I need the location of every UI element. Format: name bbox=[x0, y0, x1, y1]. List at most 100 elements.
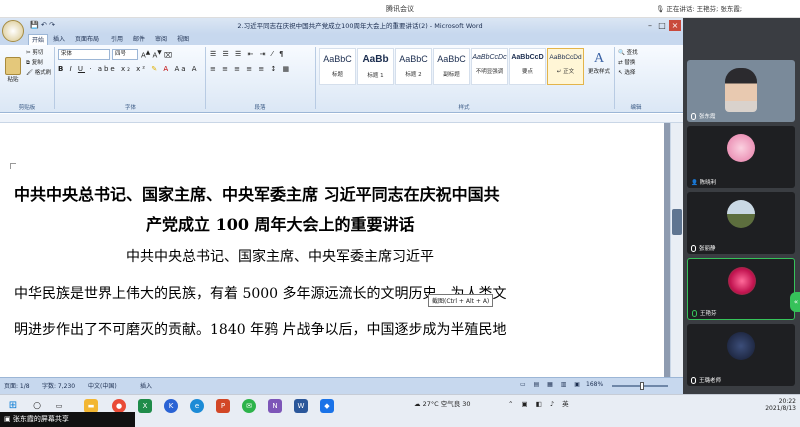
tab-review[interactable]: 审阅 bbox=[152, 34, 170, 45]
zoom-level[interactable]: 168% bbox=[586, 381, 603, 388]
wechat-icon[interactable]: ✉ bbox=[242, 399, 256, 413]
vertical-scrollbar[interactable] bbox=[670, 123, 683, 377]
system-tray[interactable]: ⌃ ▣ ◧ ♪ 英 bbox=[508, 398, 572, 408]
redo-icon[interactable]: ↷ bbox=[49, 21, 55, 29]
tab-references[interactable]: 引用 bbox=[108, 34, 126, 45]
style-heading-1[interactable]: AaBb 标题 1 bbox=[357, 48, 394, 85]
page-count[interactable]: 页面: 1/8 bbox=[4, 381, 30, 390]
tab-mailings[interactable]: 邮件 bbox=[130, 34, 148, 45]
speaking-indicator: 🎙 正在讲话: 王艳芬; 张东霞; bbox=[656, 0, 742, 18]
mic-icon: 🎙 bbox=[656, 5, 665, 13]
participant-avatar bbox=[727, 134, 755, 162]
save-icon[interactable]: 💾 bbox=[30, 21, 39, 29]
expand-panel-button[interactable]: « bbox=[790, 292, 800, 312]
view-buttons[interactable]: ▭ ▤ ▦ ▥ ▣ bbox=[520, 381, 583, 388]
word-icon[interactable]: W bbox=[294, 399, 308, 413]
find-label: 查找 bbox=[626, 50, 638, 56]
paste-button[interactable]: 粘贴 bbox=[3, 57, 23, 87]
participant-tile[interactable]: 👤 陈晓利 bbox=[687, 126, 795, 188]
clock-time: 20:22 bbox=[778, 398, 796, 405]
copy-icon: ⧉ bbox=[26, 60, 30, 66]
minimize-button[interactable]: – bbox=[644, 20, 656, 31]
group-styles: 样式 bbox=[458, 105, 470, 111]
font-size-controls[interactable]: A▲ A▼ ⌧ bbox=[141, 50, 172, 59]
group-paragraph: 段落 bbox=[254, 105, 266, 111]
format-painter-button[interactable]: 🖌 格式刷 bbox=[26, 68, 51, 76]
change-styles-button[interactable]: A 更改样式 bbox=[586, 51, 612, 75]
mic-icon bbox=[692, 310, 697, 317]
style-subtitle[interactable]: AaBbC 副标题 bbox=[433, 48, 470, 85]
onenote-icon[interactable]: N bbox=[268, 399, 282, 413]
browser-icon[interactable]: K bbox=[164, 399, 178, 413]
weather-label: 27°C 空气良 30 bbox=[422, 400, 471, 408]
cut-label: 剪切 bbox=[32, 50, 44, 56]
group-divider bbox=[614, 47, 615, 109]
chrome-icon[interactable]: ● bbox=[112, 399, 126, 413]
undo-icon[interactable]: ↶ bbox=[41, 21, 47, 29]
style-strong[interactable]: AaBbCcD 要点 bbox=[509, 48, 546, 85]
style-title[interactable]: AaBbC 标题 bbox=[319, 48, 356, 85]
participant-tile[interactable]: 王璐老师 bbox=[687, 324, 795, 386]
list-buttons[interactable]: ☰ ☰ ☰ ⇤ ⇥ ⁄ ¶ bbox=[210, 50, 286, 58]
excel-icon[interactable]: X bbox=[138, 399, 152, 413]
format-painter-label: 格式刷 bbox=[34, 70, 52, 76]
task-view-icon[interactable]: ▭ bbox=[52, 399, 66, 413]
participant-tile[interactable]: 张丽静 bbox=[687, 192, 795, 254]
tab-home[interactable]: 开始 bbox=[28, 34, 49, 45]
highlight-icon[interactable]: ✎ bbox=[151, 65, 159, 73]
maximize-button[interactable]: □ bbox=[656, 20, 668, 31]
scrollbar-thumb[interactable] bbox=[672, 209, 682, 235]
word-count[interactable]: 字数: 7,230 bbox=[42, 381, 75, 390]
alignment-buttons[interactable]: ≡ ≡ ≡ ≡ ≡ ↕ ▦ bbox=[210, 65, 291, 73]
screen-share-label: 张东霞的屏幕共享 bbox=[12, 415, 69, 423]
scissors-icon: ✂ bbox=[26, 50, 31, 56]
style-heading-2[interactable]: AaBbC 标题 2 bbox=[395, 48, 432, 85]
select-button[interactable]: ↖ 选择 bbox=[618, 68, 635, 76]
quick-access-toolbar[interactable]: 💾 ↶ ↷ bbox=[30, 21, 55, 29]
insert-mode[interactable]: 插入 bbox=[140, 381, 152, 390]
close-button[interactable]: × bbox=[669, 20, 681, 31]
start-icon[interactable]: ⊞ bbox=[6, 399, 20, 413]
style-normal[interactable]: AaBbCcDd ↵ 正文 bbox=[547, 48, 584, 85]
clock[interactable]: 20:22 2021/8/13 bbox=[765, 398, 796, 412]
tab-view[interactable]: 视图 bbox=[174, 34, 192, 45]
font-format-buttons[interactable]: B I U · abe x₂ x² ✎ A Aa A bbox=[58, 65, 199, 73]
tab-insert[interactable]: 插入 bbox=[50, 34, 68, 45]
font-color-icon[interactable]: A bbox=[163, 65, 170, 73]
participant-label: 👤 陈晓利 bbox=[691, 180, 717, 186]
cut-button[interactable]: ✂ 剪切 bbox=[26, 48, 43, 56]
participant-tile[interactable]: 王艳芬 bbox=[687, 258, 795, 320]
replace-button[interactable]: ⇄ 替换 bbox=[618, 58, 635, 66]
document-paragraph-line2: 明进步作出了不可磨灭的贡献。1840 年鸦 片战争以后，中国逐步成为半殖民地 bbox=[14, 322, 507, 338]
paste-label: 粘贴 bbox=[7, 77, 19, 83]
powerpoint-icon[interactable]: P bbox=[216, 399, 230, 413]
style-subtle-emphasis[interactable]: AaBbCcDc 不明显强调 bbox=[471, 48, 508, 85]
office-button[interactable] bbox=[2, 20, 24, 42]
font-name-field[interactable]: 宋体 bbox=[58, 49, 110, 60]
tencent-meeting-icon[interactable]: ◆ bbox=[320, 399, 334, 413]
document-byline: 中共中央总书记、国家主席、中央军委主席习近平 bbox=[126, 249, 434, 265]
file-explorer-icon[interactable]: ▬ bbox=[84, 399, 98, 413]
search-icon[interactable]: ○ bbox=[30, 399, 44, 413]
horizontal-ruler[interactable] bbox=[0, 114, 683, 123]
language-status[interactable]: 中文(中国) bbox=[88, 381, 117, 390]
participant-tile[interactable]: 张东霞 bbox=[687, 60, 795, 122]
weather-widget[interactable]: ☁ 27°C 空气良 30 bbox=[414, 398, 471, 408]
edge-icon[interactable]: e bbox=[190, 399, 204, 413]
replace-label: 替换 bbox=[624, 60, 636, 66]
document-page[interactable]: 中共中央总书记、国家主席、中央军委主席 习近平同志在庆祝中国共 产党成立 100… bbox=[0, 123, 664, 377]
group-editing: 编辑 bbox=[630, 105, 642, 111]
zoom-slider-handle[interactable] bbox=[640, 382, 644, 390]
screenshot-tooltip: 截图(Ctrl + Alt + A) bbox=[428, 294, 494, 307]
status-bar: 页面: 1/8 字数: 7,230 中文(中国) 插入 ▭ ▤ ▦ ▥ ▣ 16… bbox=[0, 377, 683, 394]
meeting-title-bar: 腾讯会议 🎙 正在讲话: 王艳芬; 张东霞; bbox=[0, 0, 800, 18]
font-size-field[interactable]: 四号 bbox=[112, 49, 138, 60]
group-font: 字体 bbox=[124, 105, 136, 111]
copy-button[interactable]: ⧉ 复制 bbox=[26, 58, 43, 67]
tab-page-layout[interactable]: 页面布局 bbox=[72, 34, 102, 45]
word-window: 💾 ↶ ↷ 2.习近平同志在庆祝中国共产党成立100周年大会上的重要讲话(2) … bbox=[0, 18, 683, 394]
speaking-label: 正在讲话: 王艳芬; 张东霞; bbox=[666, 5, 743, 13]
clear-format-icon[interactable]: ⌧ bbox=[164, 51, 172, 59]
find-button[interactable]: 🔍 查找 bbox=[618, 48, 638, 56]
screen-share-indicator[interactable]: ▣ 张东霞的屏幕共享 bbox=[0, 412, 135, 427]
